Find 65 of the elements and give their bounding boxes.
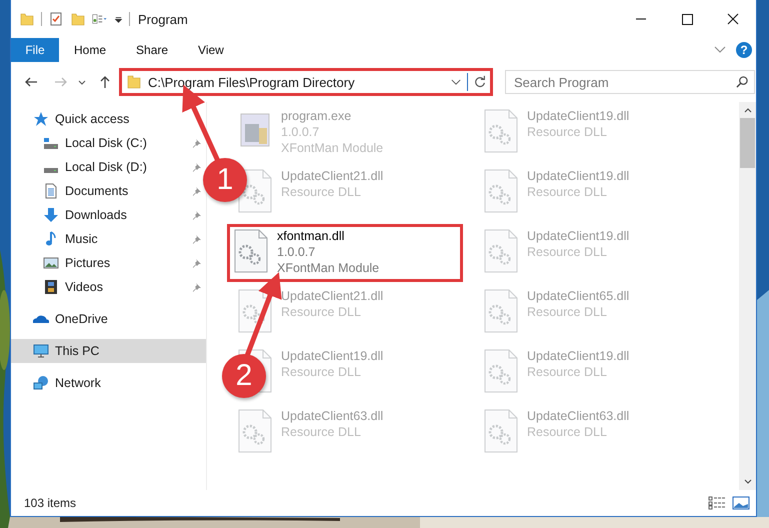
- address-path: C:\Program Files\Program Directory: [148, 74, 356, 90]
- nav-item[interactable]: Pictures: [11, 251, 206, 275]
- file-name[interactable]: xfontman.dll: [277, 228, 380, 244]
- file-detail: Resource DLL: [281, 424, 362, 440]
- dropdown-icon[interactable]: [114, 14, 123, 24]
- drive-icon: [44, 138, 58, 149]
- nav-item[interactable]: Downloads: [11, 203, 206, 227]
- expand-ribbon-icon[interactable]: [714, 46, 726, 54]
- scrollbar[interactable]: [739, 102, 756, 490]
- scrollbar-thumb[interactable]: [740, 118, 755, 168]
- star-icon: [33, 111, 49, 127]
- file-detail: 1.0.0.7: [281, 124, 320, 140]
- file-detail: Resource DLL: [527, 364, 608, 380]
- drive-icon: [44, 168, 58, 173]
- dropdown-icon[interactable]: [451, 78, 461, 86]
- file-detail: Resource DLL: [527, 424, 608, 440]
- ribbon-tab[interactable]: File: [11, 38, 59, 62]
- search-icon: [736, 76, 748, 88]
- ribbon-tab[interactable]: View: [183, 38, 239, 62]
- ribbon-tab[interactable]: Share: [121, 38, 184, 62]
- nav-item[interactable]: OneDrive: [11, 307, 206, 331]
- nav-item[interactable]: Quick access: [11, 107, 206, 131]
- pin-icon[interactable]: [192, 234, 202, 244]
- pin-icon[interactable]: [192, 162, 202, 172]
- nav-item[interactable]: Music: [11, 227, 206, 251]
- file-detail: Resource DLL: [281, 304, 362, 320]
- nav-item[interactable]: Local Disk (D:): [11, 155, 206, 179]
- file-detail: Resource DLL: [527, 304, 608, 320]
- monitor-icon: [33, 343, 49, 359]
- tiles-view-icon[interactable]: [732, 496, 750, 510]
- scroll-up-icon[interactable]: [742, 106, 752, 114]
- folder-icon: [126, 74, 142, 90]
- pin-icon[interactable]: [192, 138, 202, 148]
- ribbon-tab[interactable]: Home: [59, 38, 122, 62]
- document-icon: [43, 183, 59, 199]
- item-count: 103 items: [24, 496, 76, 510]
- pin-icon[interactable]: [192, 282, 202, 292]
- network-icon: [33, 375, 49, 391]
- help-button[interactable]: ?: [736, 42, 752, 58]
- file-detail: XFontMan Module: [277, 260, 380, 276]
- nav-item[interactable]: Videos: [11, 275, 206, 299]
- file-detail: Resource DLL: [281, 184, 362, 200]
- scroll-down-icon[interactable]: [742, 478, 752, 486]
- checkmark-icon[interactable]: [48, 11, 64, 27]
- details-view-icon[interactable]: [708, 496, 726, 510]
- file-detail: Resource DLL: [281, 364, 362, 380]
- file-detail: Resource DLL: [527, 124, 608, 140]
- address-bar[interactable]: C:\Program Files\Program Directory: [119, 68, 493, 96]
- nav-item[interactable]: This PC: [11, 339, 206, 363]
- pin-icon[interactable]: [192, 210, 202, 220]
- cloud-icon: [33, 315, 49, 323]
- pin-icon[interactable]: [192, 258, 202, 268]
- file-detail: Resource DLL: [527, 244, 608, 260]
- search-field[interactable]: Search Program: [505, 70, 755, 94]
- window-title: Program: [138, 12, 188, 26]
- nav-item[interactable]: Network: [11, 371, 206, 395]
- download-arrow-icon: [43, 207, 59, 223]
- nav-item[interactable]: Documents: [11, 179, 206, 203]
- file-detail: XFontMan Module: [281, 140, 384, 156]
- film-icon: [43, 279, 59, 295]
- pin-icon[interactable]: [192, 186, 202, 196]
- file-detail: 1.0.0.7: [277, 244, 316, 260]
- nav-item[interactable]: Local Disk (C:): [11, 131, 206, 155]
- picture-icon: [43, 255, 59, 271]
- file-detail: Resource DLL: [527, 184, 608, 200]
